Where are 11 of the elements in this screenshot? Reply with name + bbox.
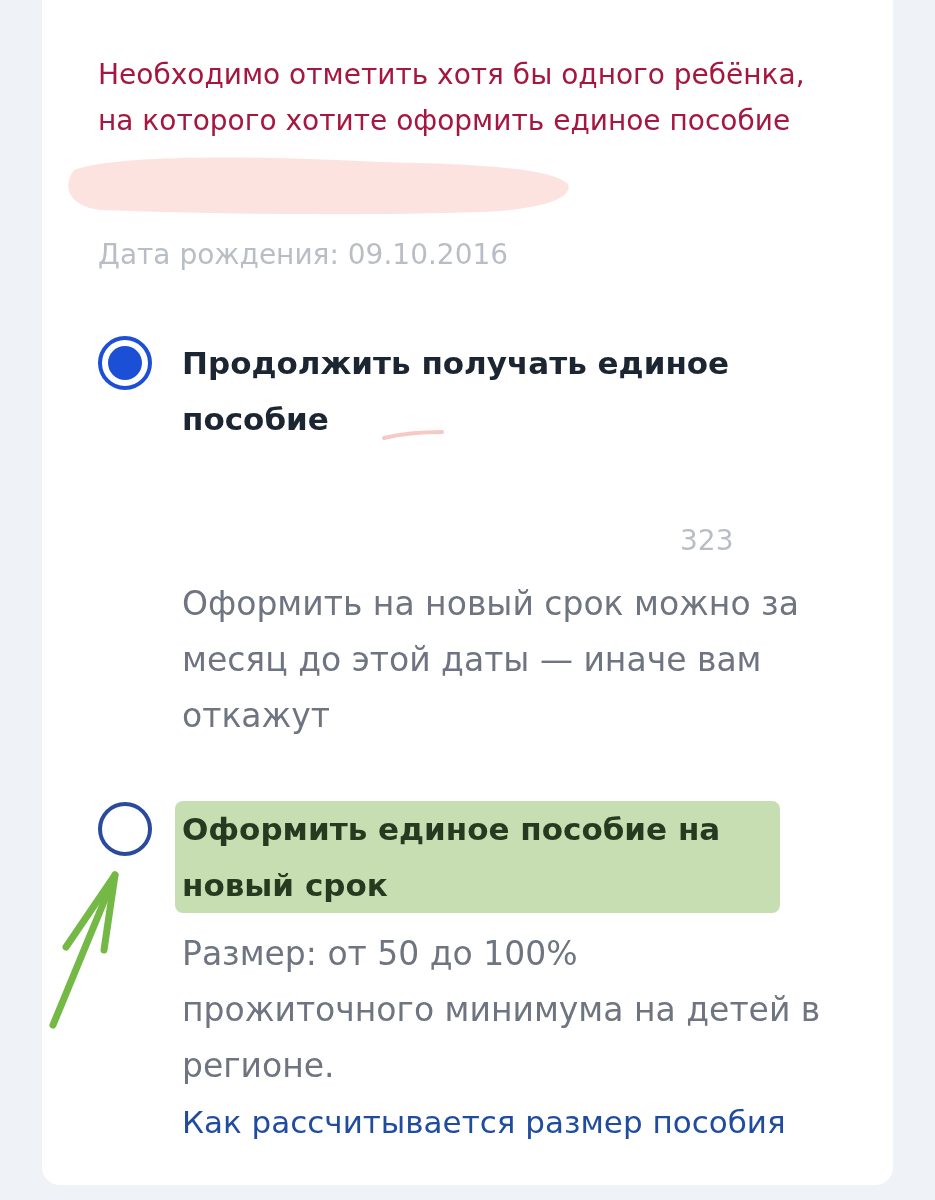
faded-text: 323 bbox=[680, 524, 734, 557]
note-text: Оформить на новый срок можно за месяц до этой даты — иначе вам откажут bbox=[182, 583, 800, 737]
option-label[interactable]: Продолжить получать единое пособие bbox=[175, 335, 780, 447]
birth-date: Дата рождения: 09.10.2016 bbox=[98, 237, 509, 273]
radio-button[interactable] bbox=[98, 336, 152, 390]
option-label[interactable]: Оформить единое пособие на новый срок bbox=[175, 801, 780, 913]
radio-button[interactable] bbox=[98, 802, 152, 856]
description-text: Размер: от 50 до 100% прожиточного минимума на детей в регионе. Как рассчитывается размер пособия bbox=[182, 933, 822, 1142]
link[interactable]: Как рассчитывается размер пособия bbox=[182, 1104, 786, 1140]
error-message: Необходимо отметить хотя бы одного ребёнка, на которого хотите оформить единое пособие bbox=[98, 57, 806, 139]
redaction-streak bbox=[380, 429, 445, 441]
